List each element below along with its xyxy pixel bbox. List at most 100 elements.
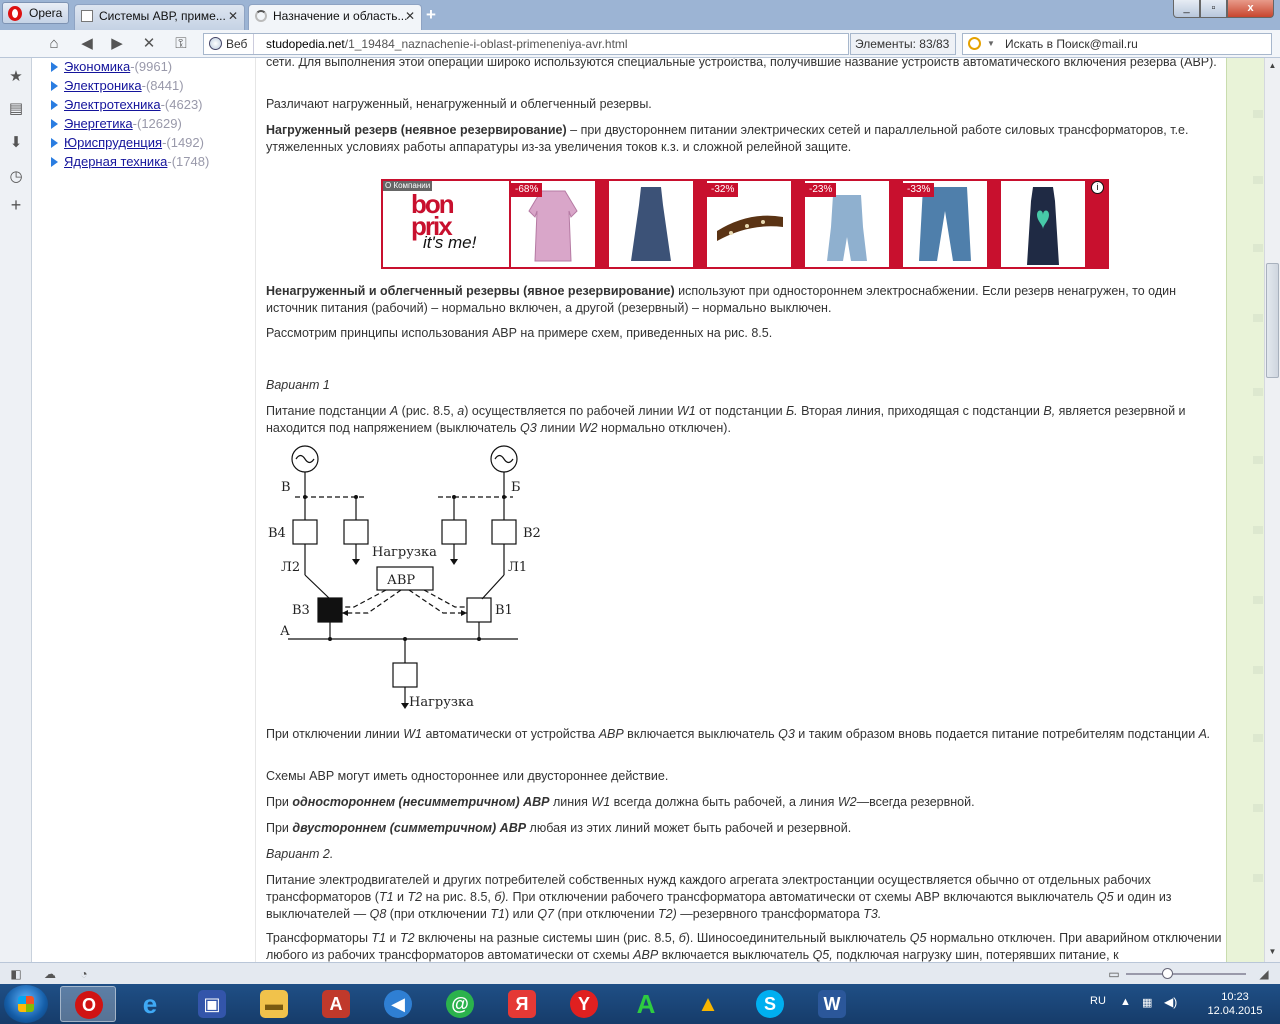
product-tile[interactable] [609,181,693,267]
search-field[interactable]: ▼ Искать в Поиск@mail.ru [962,33,1272,55]
category-item[interactable]: Ядерная техника-(1748) [51,153,209,172]
category-item[interactable]: Энергетика-(12629) [51,115,209,134]
zoom-slider-knob[interactable] [1162,968,1173,979]
add-panel-icon[interactable]: + [7,196,25,214]
start-button[interactable] [4,985,48,1023]
product-tile[interactable]: -32% [707,181,791,267]
category-item[interactable]: Экономика-(9961) [51,58,209,77]
tab-title: Назначение и область... [273,9,408,23]
vertical-scrollbar[interactable]: ▲ ▼ [1264,58,1280,962]
taskbar-app-a[interactable]: A [618,986,674,1022]
category-item[interactable]: Юриспруденция-(1492) [51,134,209,153]
text: включается выключатель [658,948,813,962]
downloads-icon[interactable]: ⬇ [7,134,25,152]
text: Т2 [399,931,415,945]
category-sidebar: Экономика-(9961) Электроника-(8441) Элек… [33,58,255,962]
text: Б. [786,404,798,418]
ad-info-icon[interactable]: i [1091,181,1104,194]
scroll-up-icon[interactable]: ▲ [1265,58,1280,74]
language-indicator[interactable]: RU [1090,995,1106,1007]
taskbar-app-warning[interactable]: ▲ [680,986,736,1022]
taskbar-save[interactable]: ▣ [184,986,240,1022]
category-item[interactable]: Электроника-(8441) [51,77,209,96]
key-icon[interactable]: ⚿ [170,33,192,55]
category-link[interactable]: Юриспруденция [64,135,162,150]
panel-toggle-icon[interactable]: ◧ [8,966,24,982]
category-link[interactable]: Энергетика [64,116,133,131]
opera-menu-button[interactable]: Opera [2,2,69,24]
category-link[interactable]: Электроника [64,78,142,93]
tray-chevron-icon[interactable]: ▲ [1120,996,1131,1008]
text: линии [536,421,579,435]
taskbar-media[interactable]: ◀ [370,986,426,1022]
windows-taskbar: O e ▣ ▬ A ◀ @ Я Y A ▲ S W RU ▲ ▦ ◀) 10:2… [0,984,1280,1024]
ad-banner[interactable]: О Компании bon prix it's me! -68% -32% -2… [381,179,1109,269]
stop-icon[interactable]: ✕ [138,33,160,55]
window-maximize-button[interactable]: ▫ [1200,0,1227,18]
text: Т1 [490,907,505,921]
scroll-thumb[interactable] [1266,263,1279,378]
bullet-arrow-icon [51,81,58,91]
url-path: /1_19484_naznachenie-i-oblast-primeneniy… [344,37,628,51]
search-placeholder: Искать в Поиск@mail.ru [1005,37,1138,51]
chevron-down-icon[interactable]: ▼ [987,34,995,54]
taskbar-word[interactable]: W [804,986,860,1022]
text: При [266,795,293,809]
bonprix-logo[interactable]: О Компании bon prix it's me! [383,181,509,267]
panel-marker [1253,388,1263,396]
window-close-button[interactable]: x [1227,0,1274,18]
volume-icon[interactable]: ◀) [1164,995,1177,1009]
tab-systems-avr[interactable]: Системы АВР, приме... ✕ [74,4,245,30]
opera-unite-cloud-icon[interactable]: ☁ [42,966,58,982]
zoom-slider[interactable] [1126,968,1246,979]
paragraph-consider: Рассмотрим принципы использования АВР на… [266,326,773,340]
category-link[interactable]: Электротехника [64,97,161,112]
product-tile[interactable]: -23% [805,181,889,267]
opera-menu-label: Opera [29,6,63,20]
paragraph-intro: сети. Для выполнения этой операции широк… [266,58,1217,69]
taskbar-internet-explorer[interactable]: e [122,986,178,1022]
tank-dress-image [1027,187,1059,265]
text: (при отключении [386,907,491,921]
zoom-view-icon[interactable]: ▭ [1106,966,1122,982]
tab-close-icon[interactable]: ✕ [228,5,238,27]
taskbar-skype[interactable]: S [742,986,798,1022]
bookmarks-star-icon[interactable]: ★ [7,68,25,86]
product-tile[interactable]: -33% [903,181,987,267]
tab-title: Системы АВР, приме... [99,9,226,23]
product-tile[interactable] [1001,181,1085,267]
network-icon[interactable]: ▦ [1142,996,1152,1009]
forward-icon[interactable]: ▶ [106,33,128,55]
taskbar-yandex-browser[interactable]: Y [556,986,612,1022]
web-page: Экономика-(9961) Электроника-(8441) Элек… [33,58,1264,962]
address-field[interactable]: Веб studopedia.net/1_19484_naznachenie-i… [203,33,849,55]
clock[interactable]: 10:23 12.04.2015 [1200,990,1270,1018]
window-minimize-button[interactable]: _ [1173,0,1200,18]
category-link[interactable]: Экономика [64,59,130,74]
clock-time: 10:23 [1221,991,1249,1003]
text: б). [494,890,510,904]
taskbar-yandex[interactable]: Я [494,986,550,1022]
notes-icon[interactable]: ▤ [7,100,25,118]
product-tile[interactable]: -68% [511,181,595,267]
taskbar-autocad[interactable]: A [308,986,364,1022]
home-icon[interactable]: ⌂ [43,33,65,55]
tab-purpose-scope[interactable]: Назначение и область... ✕ [248,4,422,30]
scroll-down-icon[interactable]: ▼ [1265,944,1280,960]
new-tab-button[interactable]: + [426,5,436,25]
autocad-icon: A [322,990,350,1018]
label-breaker-v1: В1 [495,603,513,618]
opera-logo-icon [8,6,22,21]
tab-close-icon[interactable]: ✕ [405,5,415,27]
category-item[interactable]: Электротехника-(4623) [51,96,209,115]
taskbar-mail-agent[interactable]: @ [432,986,488,1022]
taskbar-explorer[interactable]: ▬ [246,986,302,1022]
text: В, [1043,404,1056,418]
history-clock-icon[interactable]: ◷ [7,168,25,186]
category-link[interactable]: Ядерная техника [64,154,167,169]
back-icon[interactable]: ◀ [76,33,98,55]
taskbar-opera[interactable]: O [60,986,116,1022]
panel-marker [1253,666,1263,674]
panel-marker [1253,596,1263,604]
turbo-icon[interactable]: ◔ [76,966,92,982]
